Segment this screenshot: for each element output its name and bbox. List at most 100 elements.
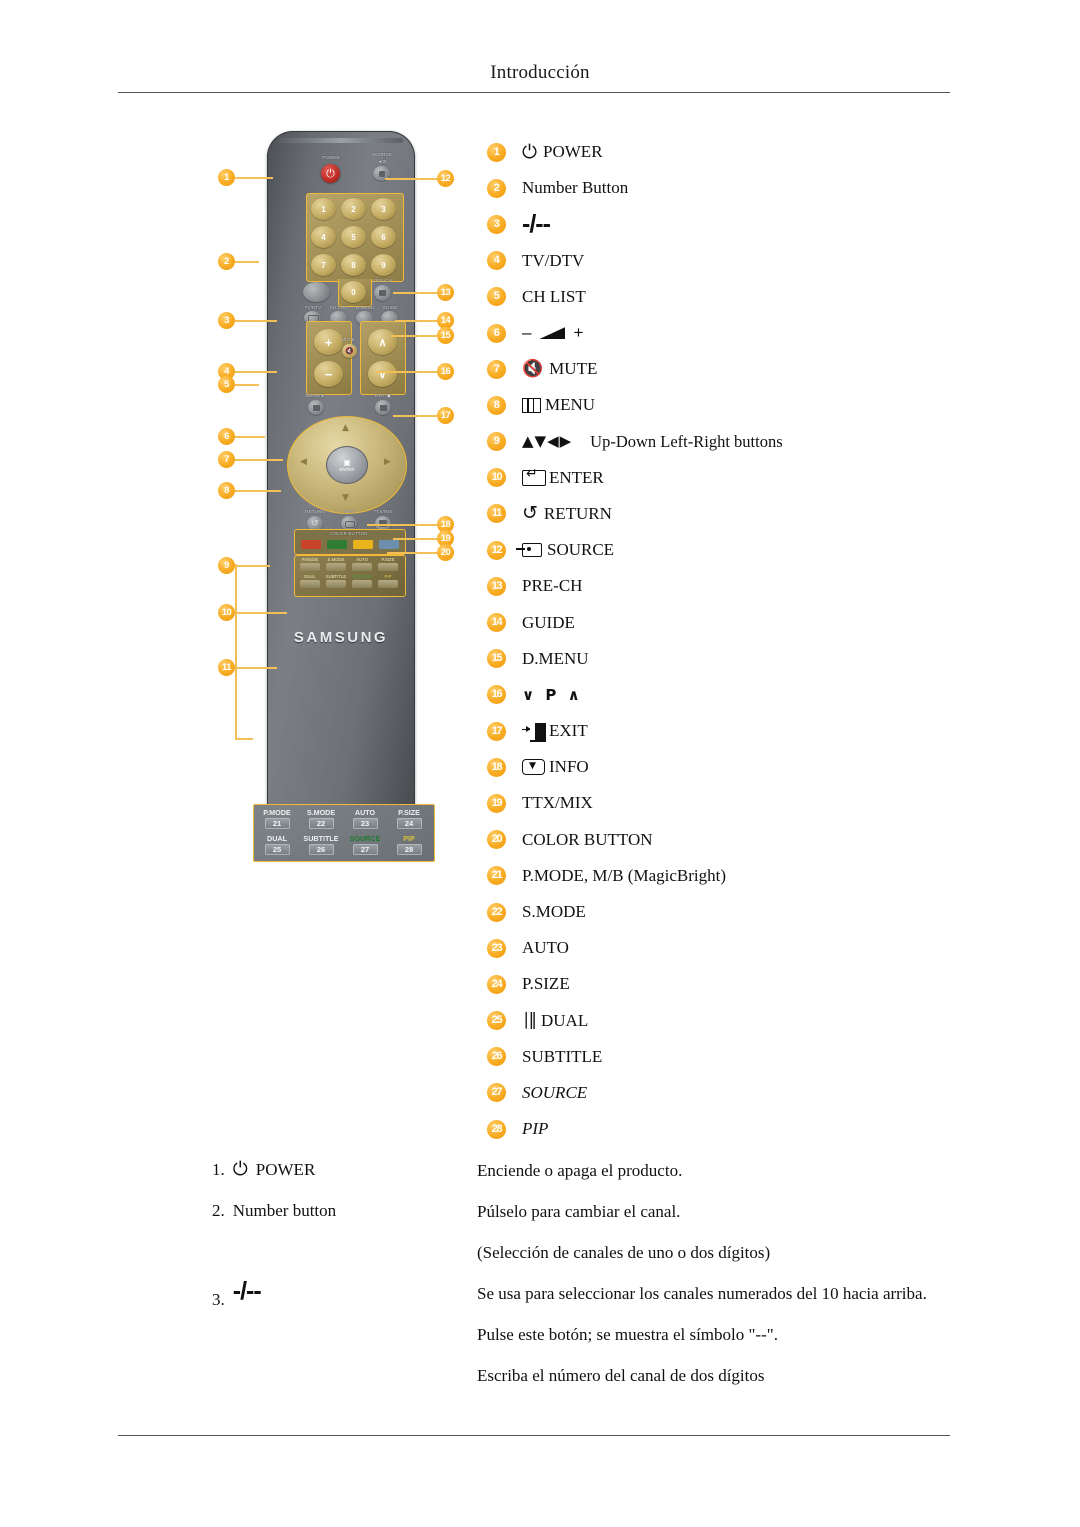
remote-color-key-yellow[interactable] — [353, 540, 373, 549]
legend-cell-pip: PIP 28 — [388, 834, 430, 855]
remote-dash-slash-button[interactable] — [303, 282, 330, 302]
remote-label-menu: MENU/⊞ — [305, 393, 325, 398]
legend-badge: 17 — [487, 721, 506, 741]
remote-func-key-s-mode[interactable] — [326, 563, 346, 571]
remote-volume-up-button[interactable]: + — [314, 329, 343, 355]
remote-pre-ch-button[interactable] — [374, 285, 391, 301]
volume-icon: – + — [522, 323, 583, 343]
remote-label-source: SOURCE — [372, 152, 392, 157]
description-term: 2. Number button — [212, 1201, 462, 1221]
remote-key-9[interactable]: 9 — [371, 254, 396, 276]
dpad-up-icon[interactable]: ▲ — [342, 423, 349, 433]
legend-badge: 26 — [487, 1047, 506, 1067]
legend-cell-name: SOURCE — [349, 834, 381, 843]
leader-line — [385, 178, 437, 180]
remote-mute-button[interactable]: 🔇 — [342, 344, 357, 358]
legend-badge: 22 — [487, 902, 506, 922]
menu-icon — [522, 397, 541, 413]
remote-key-1[interactable]: 1 — [311, 198, 336, 220]
leader-line — [235, 320, 277, 322]
remote-func-key-subtitle[interactable] — [326, 580, 346, 588]
leader-line — [235, 565, 270, 567]
legend-item-27: 27 SOURCE — [487, 1075, 1047, 1111]
legend-label: RETURN — [543, 503, 612, 523]
volume-wedge-icon — [539, 327, 566, 340]
legend-content: SOURCE — [516, 540, 614, 560]
legend-badge: 7 — [487, 359, 506, 379]
dpad-left-icon[interactable]: ◀ — [300, 457, 307, 467]
legend-badge: 6 — [487, 323, 506, 343]
remote-func-key-p-size[interactable] — [378, 563, 398, 571]
remote-menu-button[interactable] — [308, 400, 324, 415]
remote-channel-up-button[interactable]: ∧ — [368, 329, 397, 355]
remote-key-2[interactable]: 2 — [341, 198, 366, 220]
legend-content: ∣‖ DUAL — [522, 1011, 588, 1031]
remote-exit-button[interactable] — [375, 400, 391, 415]
remote-func-key-pip[interactable] — [378, 580, 398, 588]
description-line: Enciende o apaga el producto. — [477, 1161, 683, 1180]
legend-cell-number: 25 — [264, 844, 290, 855]
dash-slash-icon: -/-- — [232, 1277, 262, 1305]
callout-2: 2 — [218, 253, 235, 270]
dpad-right-icon[interactable]: ▶ — [384, 457, 391, 467]
remote-key-0[interactable]: 0 — [341, 281, 366, 303]
remote-func-key-p-mode[interactable] — [300, 563, 320, 571]
remote-power-button[interactable]: ⏻ — [321, 164, 340, 183]
remote-function-plate: P.MODE S.MODE AUTO P.SIZE DUAL SUBTITLE … — [294, 555, 406, 597]
leader-line — [235, 177, 273, 179]
dpad-down-icon[interactable]: ▼ — [342, 493, 349, 503]
legend-item-26: 26 SUBTITLE — [487, 1039, 1047, 1075]
remote-dpad[interactable]: ▲ ▼ ◀ ▶ ▣ ENTER — [287, 416, 407, 514]
remote-color-key-red[interactable] — [301, 540, 321, 549]
description-line: Púlselo para cambiar el canal. — [477, 1202, 681, 1221]
legend-item-5: 5 CH LIST — [487, 279, 1047, 315]
remote-func-key-source[interactable] — [352, 580, 372, 588]
enter-glyph-icon: ▣ — [343, 458, 351, 467]
remote-func-label-subtitle: SUBTITLE — [325, 574, 347, 579]
description-number: 2. — [212, 1201, 225, 1220]
legend-cell-number: 21 — [264, 818, 290, 829]
legend-content: PRE-CH — [522, 576, 582, 596]
direction-arrows-icon: ▲▼◀▶ — [522, 432, 573, 451]
remote-label-source-sub: ◄⊐ — [377, 159, 387, 164]
remote-func-key-dual[interactable] — [300, 580, 320, 588]
legend-content: AUTO — [522, 938, 569, 958]
legend-content: PIP — [522, 1119, 548, 1139]
description-text: Pulse este botón; se muestra el símbolo … — [477, 1324, 997, 1365]
description-number: 3. — [212, 1290, 225, 1309]
legend-content: S.MODE — [522, 902, 586, 922]
legend-cell-name: SUBTITLE — [303, 834, 339, 843]
legend-cell-p-size: P.SIZE 24 — [388, 808, 430, 829]
callout-20: 20 — [437, 544, 454, 561]
callout-12: 12 — [437, 170, 454, 187]
description-text: Escriba el número del canal de dos dígit… — [477, 1365, 997, 1406]
remote-color-key-green[interactable] — [327, 540, 347, 549]
leader-line — [235, 667, 277, 669]
description-term-label: Number button — [232, 1201, 337, 1220]
legend-content: EXIT — [522, 721, 588, 742]
remote-key-4[interactable]: 4 — [311, 226, 336, 248]
legend-label: INFO — [549, 757, 589, 777]
remote-key-3[interactable]: 3 — [371, 198, 396, 220]
remote-key-6[interactable]: 6 — [371, 226, 396, 248]
leader-line — [367, 524, 437, 526]
leader-line — [235, 384, 259, 386]
legend-item-4: 4 TV/DTV — [487, 243, 1047, 279]
legend-label: GUIDE — [522, 612, 575, 632]
remote-enter-button[interactable]: ▣ ENTER — [326, 446, 368, 484]
legend-badge: 18 — [487, 757, 506, 777]
legend-badge: 24 — [487, 974, 506, 994]
callout-8: 8 — [218, 482, 235, 499]
legend-badge: 4 — [487, 251, 506, 271]
dash-slash-icon: -/-- — [522, 209, 551, 238]
remote-key-5[interactable]: 5 — [341, 226, 366, 248]
remote-key-8[interactable]: 8 — [341, 254, 366, 276]
remote-key-7[interactable]: 7 — [311, 254, 336, 276]
legend-content: MENU — [522, 395, 595, 415]
leader-line — [393, 538, 437, 540]
remote-volume-down-button[interactable]: − — [314, 361, 343, 387]
remote-color-key-blue[interactable] — [379, 540, 399, 549]
remote-func-key-auto[interactable] — [352, 563, 372, 571]
remote-channel-down-button[interactable]: ∨ — [368, 361, 397, 387]
legend-note: Up-Down Left-Right buttons — [590, 431, 783, 451]
